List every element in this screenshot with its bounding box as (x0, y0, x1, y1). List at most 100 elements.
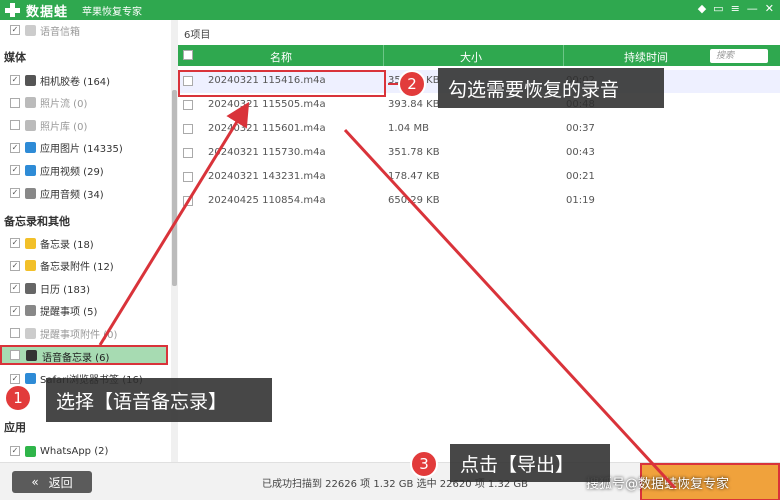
row-checkbox[interactable] (183, 172, 193, 182)
reminders-attachment-icon (25, 327, 36, 339)
checkbox[interactable]: ✓ (10, 446, 20, 456)
sidebar-item[interactable]: ✓ 应用音频 (34) (10, 185, 104, 201)
camera-icon (25, 74, 36, 86)
photo-stream-icon (25, 97, 36, 109)
column-duration[interactable]: 持续时间 (624, 49, 668, 65)
cell-size: 178.47 KB (388, 171, 440, 182)
sidebar-item[interactable]: ✓ 应用视频 (29) (10, 162, 104, 178)
music-icon (25, 187, 36, 199)
checkbox[interactable]: ✓ (10, 373, 20, 384)
sidebar-item[interactable]: 提醒事项附件 (0) (10, 325, 117, 341)
table-row[interactable]: 20240321 115601.m4a 1.04 MB 00:37 (178, 118, 780, 141)
sidebar-item-label: 应用视频 (29) (40, 166, 104, 178)
voicemail-icon (25, 24, 36, 36)
cell-size: 1.04 MB (388, 123, 429, 134)
item-count: 6项目 (184, 30, 211, 41)
sidebar-item-label: 日历 (183) (40, 284, 91, 296)
table-row[interactable]: 20240321 143231.m4a 178.47 KB 00:21 (178, 166, 780, 189)
sidebar-item-label: 应用图片 (14335) (40, 144, 123, 156)
whatsapp-icon (25, 445, 36, 457)
cell-duration: 00:21 (566, 171, 595, 182)
chat-icon[interactable]: ▭ (713, 2, 723, 15)
app-brand: 数据蛙 (26, 4, 69, 20)
checkbox[interactable]: ✓ (10, 142, 20, 153)
safari-icon (25, 373, 36, 385)
sidebar-item-label: 相机胶卷 (164) (40, 76, 111, 88)
app-photo-icon (25, 142, 36, 154)
sidebar-item[interactable]: ✓ 备忘录 (18) (10, 235, 94, 251)
checkbox[interactable] (10, 97, 20, 108)
step1-number: 1 (4, 384, 32, 412)
cell-name: 20240321 115730.m4a (208, 147, 326, 158)
back-button[interactable]: « 返回 (12, 471, 92, 493)
cell-size: 393.84 KB (388, 99, 440, 110)
checkbox[interactable] (10, 120, 20, 131)
cell-duration: 00:37 (566, 123, 595, 134)
row-highlight-box (178, 70, 386, 97)
reminders-icon (25, 305, 36, 317)
checkbox[interactable]: ✓ (10, 260, 20, 271)
select-all-checkbox[interactable] (183, 50, 193, 60)
cell-name: 20240321 115505.m4a (208, 99, 326, 110)
sidebar-scrollbar-thumb[interactable] (172, 90, 177, 286)
table-header: 名称 大小 持续时间 搜索 (178, 45, 780, 66)
sidebar-item[interactable]: ✓ 应用图片 (14335) (10, 140, 123, 156)
checkbox[interactable]: ✓ (10, 75, 20, 85)
sidebar-item[interactable]: 照片流 (0) (10, 95, 87, 111)
checkbox[interactable] (10, 350, 20, 360)
sidebar-item[interactable]: ✓ 日历 (183) (10, 280, 90, 296)
checkbox[interactable]: ✓ (10, 165, 20, 176)
diamond-icon[interactable]: ◆ (698, 2, 706, 15)
sidebar-item-label: 备忘录附件 (12) (40, 262, 114, 274)
cell-name: 20240425 110854.m4a (208, 195, 326, 206)
sidebar-item-label: 照片库 (0) (40, 121, 88, 133)
cell-size: 351.78 KB (388, 147, 440, 158)
sidebar-item-label: 照片流 (0) (40, 99, 88, 111)
column-name[interactable]: 名称 (270, 49, 292, 65)
table-row[interactable]: 20240321 115730.m4a 351.78 KB 00:43 (178, 142, 780, 165)
checkbox[interactable] (10, 328, 20, 339)
checkbox[interactable]: ✓ (10, 188, 20, 198)
sidebar-item-voicemail[interactable]: ✓ 语音信箱 (10, 22, 80, 38)
step2-callout: 勾选需要恢复的录音 (438, 68, 664, 108)
minimize-icon[interactable]: — (747, 2, 758, 15)
app-video-icon (25, 164, 36, 176)
row-checkbox[interactable] (183, 100, 193, 110)
title-bar: 数据蛙 苹果恢复专家 ◆ ▭ ≡ — ✕ (0, 0, 780, 20)
sidebar-item[interactable]: ✓ WhatsApp (2) (10, 443, 108, 459)
cell-duration: 00:43 (566, 147, 595, 158)
checkbox[interactable]: ✓ (10, 238, 20, 248)
cell-name: 20240321 143231.m4a (208, 171, 326, 182)
row-checkbox[interactable] (183, 124, 193, 134)
search-input[interactable]: 搜索 (710, 49, 768, 63)
sidebar-item[interactable]: ✓ 提醒事项 (5) (10, 303, 97, 319)
checkbox[interactable]: ✓ (10, 25, 20, 35)
row-checkbox[interactable] (183, 148, 193, 158)
sidebar-item-label: 提醒事项附件 (0) (40, 329, 118, 341)
sidebar-item-label: WhatsApp (2) (40, 445, 109, 457)
sidebar-item-label: 提醒事项 (5) (40, 307, 98, 319)
step1-callout: 选择【语音备忘录】 (46, 378, 272, 422)
column-size[interactable]: 大小 (460, 49, 482, 65)
cell-size: 650.29 KB (388, 195, 440, 206)
sidebar-item[interactable]: ✓ 备忘录附件 (12) (10, 258, 114, 274)
sidebar-item[interactable]: 照片库 (0) (10, 117, 87, 133)
table-row[interactable]: 20240425 110854.m4a 650.29 KB 01:19 (178, 190, 780, 213)
sidebar-item-label: 应用音频 (34) (40, 189, 104, 201)
notes-icon (25, 237, 36, 249)
sidebar-item[interactable]: ✓ 相机胶卷 (164) (10, 72, 110, 88)
cell-name: 20240321 115601.m4a (208, 123, 326, 134)
logo-icon (4, 2, 22, 18)
selected-sidebar-row[interactable]: 语音备忘录 (6) (0, 345, 168, 365)
photo-library-icon (25, 119, 36, 131)
column-divider (563, 45, 564, 66)
row-checkbox[interactable] (183, 196, 193, 206)
back-icon: « (31, 475, 39, 489)
column-divider (383, 45, 384, 66)
menu-icon[interactable]: ≡ (731, 2, 740, 15)
checkbox[interactable]: ✓ (10, 305, 20, 316)
bottom-bar: « 返回 已成功扫描到 22626 项 1.32 GB 选中 22620 项 1… (0, 462, 780, 500)
close-icon[interactable]: ✕ (765, 2, 774, 15)
cell-duration: 01:19 (566, 195, 595, 206)
checkbox[interactable]: ✓ (10, 283, 20, 294)
